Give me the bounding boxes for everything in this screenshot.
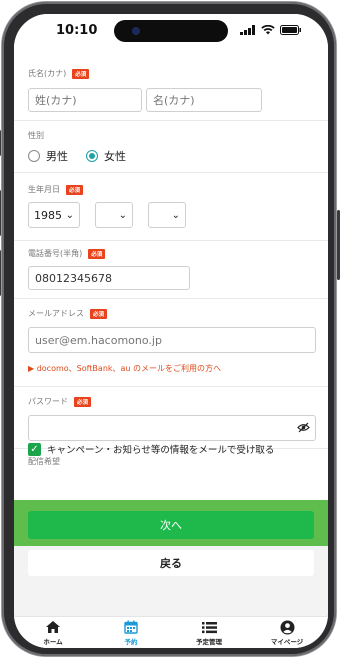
- divider: [14, 298, 328, 299]
- newsletter-checkbox-label: キャンペーン・お知らせ等の情報をメールで受け取る: [47, 445, 275, 456]
- camera-icon: [132, 27, 140, 35]
- phone-label: 電話番号(半角): [28, 249, 83, 258]
- password-label: パスワード: [28, 397, 68, 406]
- gender-label-row: 性別: [28, 130, 44, 141]
- screen: 10:10 氏名(カナ) 必須 姓(カナ) 名(カナ) 性別 男性 女性 生年月…: [14, 14, 328, 648]
- password-label-row: パスワード 必須: [28, 396, 92, 407]
- divider: [14, 172, 328, 173]
- birthdate-label: 生年月日: [28, 185, 60, 194]
- calendar-icon: [124, 620, 138, 634]
- tab-schedule-label: 予定管理: [196, 638, 222, 646]
- wifi-icon: [261, 25, 275, 35]
- radio-circle[interactable]: [28, 150, 40, 162]
- chevron-down-icon: ⌄: [65, 209, 74, 221]
- gender-radio-female[interactable]: 女性: [86, 148, 126, 164]
- kana-name-label: 氏名(カナ): [28, 69, 67, 78]
- tab-schedule[interactable]: 予定管理: [170, 619, 248, 646]
- tab-reserve-label: 予約: [124, 638, 138, 646]
- required-badge: 必須: [88, 248, 106, 259]
- device-frame: 10:10 氏名(カナ) 必須 姓(カナ) 名(カナ) 性別 男性 女性 生年月…: [0, 0, 340, 658]
- status-time: 10:10: [56, 23, 98, 38]
- phone-input[interactable]: [28, 266, 190, 290]
- user-icon: [280, 620, 294, 634]
- gender-radio-male[interactable]: 男性: [28, 148, 68, 164]
- tab-mypage-label: マイページ: [270, 638, 304, 646]
- email-input[interactable]: [28, 327, 316, 353]
- dynamic-island: [114, 20, 228, 42]
- signal-icon: [240, 25, 255, 35]
- birthdate-label-row: 生年月日 必須: [28, 184, 84, 195]
- birth-day-select[interactable]: ⌄: [148, 202, 186, 228]
- back-button[interactable]: 戻る: [28, 550, 314, 576]
- birth-month-select[interactable]: ⌄: [95, 202, 133, 228]
- tab-mypage[interactable]: マイページ: [248, 619, 326, 646]
- radio-circle-selected[interactable]: [86, 150, 98, 162]
- first-name-kana-input[interactable]: [146, 88, 262, 112]
- eye-slash-icon[interactable]: [297, 422, 310, 433]
- gender-option-female: 女性: [104, 150, 126, 163]
- phone-label-row: 電話番号(半角) 必須: [28, 248, 106, 259]
- divider: [14, 240, 328, 241]
- gender-label: 性別: [28, 131, 44, 140]
- divider: [14, 120, 328, 121]
- tab-reserve[interactable]: 予約: [92, 619, 170, 646]
- email-label-row: メールアドレス 必須: [28, 308, 108, 319]
- newsletter-label: 配信希望: [28, 457, 60, 466]
- required-badge: 必須: [90, 308, 108, 319]
- status-bar: 10:10: [14, 14, 328, 46]
- last-name-kana-input[interactable]: [28, 88, 142, 112]
- next-button[interactable]: 次へ: [28, 511, 314, 539]
- tab-home[interactable]: ホーム: [14, 619, 92, 646]
- gender-option-male: 男性: [46, 150, 68, 163]
- birth-year-select[interactable]: 1985 ⌄: [28, 202, 80, 228]
- phone-body: 10:10 氏名(カナ) 必須 姓(カナ) 名(カナ) 性別 男性 女性 生年月…: [2, 2, 336, 656]
- carrier-email-note-link[interactable]: ▶ docomo、SoftBank、au のメールをご利用の方へ: [28, 363, 221, 374]
- chevron-down-icon: ⌄: [118, 209, 127, 221]
- home-icon: [46, 621, 60, 633]
- chevron-down-icon: ⌄: [171, 209, 180, 221]
- required-badge: 必須: [72, 68, 90, 79]
- battery-icon: [280, 25, 301, 35]
- status-icons: [240, 25, 302, 35]
- bottom-tab-bar: ホーム 予約 予定管理 マイページ: [14, 616, 328, 648]
- tab-home-label: ホーム: [43, 638, 63, 646]
- list-icon: [201, 621, 217, 633]
- newsletter-checkbox-row[interactable]: ✓ キャンペーン・お知らせ等の情報をメールで受け取る: [28, 442, 274, 456]
- registration-form: 氏名(カナ) 必須 性別 男性 女性: [14, 46, 328, 500]
- required-badge: 必須: [66, 184, 84, 195]
- required-badge: 必須: [74, 396, 92, 407]
- divider: [14, 386, 328, 387]
- newsletter-label-row: 配信希望: [28, 456, 60, 467]
- checkbox-checked-icon[interactable]: ✓: [28, 442, 41, 456]
- birth-year-value: 1985: [34, 208, 62, 222]
- email-label: メールアドレス: [28, 309, 84, 318]
- kana-name-label-row: 氏名(カナ) 必須: [28, 68, 90, 79]
- password-input[interactable]: [28, 415, 316, 441]
